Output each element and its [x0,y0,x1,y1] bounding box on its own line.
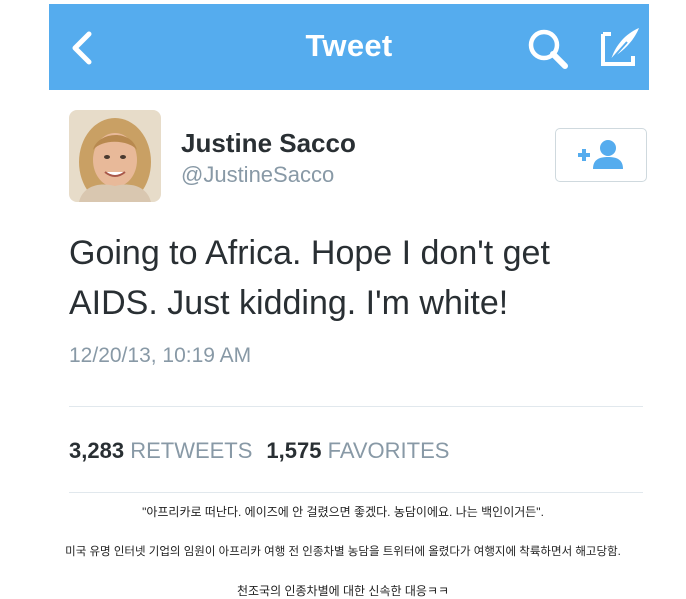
retweets-label: RETWEETS [130,438,253,463]
divider [69,492,643,493]
user-handle[interactable]: @JustineSacco [181,162,334,188]
retweets-count: 3,283 [69,438,125,463]
caption-quote: "아프리카로 떠난다. 에이즈에 안 걸렸으면 좋겠다. 농담이에요. 나는 백… [142,505,544,519]
favorites-stat[interactable]: 1,575 FAVORITES [266,438,449,463]
search-icon[interactable] [525,26,571,72]
tweet-screen: Tweet Justine Sacco @JustineSacco Going … [49,4,649,494]
caption-comment: 천조국의 인종차별에 대한 신속한 대응ㅋㅋ [236,584,450,598]
user-display-name[interactable]: Justine Sacco [181,128,356,159]
top-navigation-bar: Tweet [49,4,649,90]
tweet-timestamp: 12/20/13, 10:19 AM [69,344,252,367]
avatar[interactable] [69,110,161,202]
tweet-stats: 3,283 RETWEETS 1,575 FAVORITES [69,438,449,464]
compose-icon[interactable] [597,24,643,70]
favorites-label: FAVORITES [327,438,450,463]
divider [69,406,643,407]
favorites-count: 1,575 [266,438,322,463]
follow-user-icon [578,140,623,169]
caption-story: 미국 유명 인터넷 기업의 임원이 아프리카 여행 전 인종차별 농담을 트위터… [65,546,621,558]
follow-button[interactable] [555,128,647,182]
retweets-stat[interactable]: 3,283 RETWEETS [69,438,252,463]
tweet-text: Going to Africa. Hope I don't get AIDS. … [69,234,550,322]
